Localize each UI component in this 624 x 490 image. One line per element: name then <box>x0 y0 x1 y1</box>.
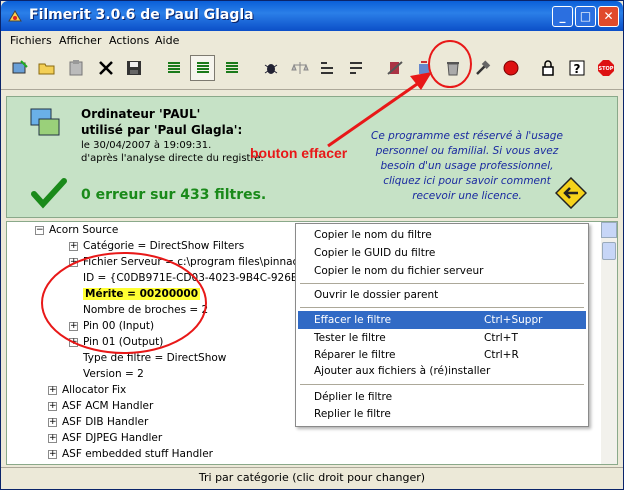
box-icon <box>418 61 429 74</box>
tree-item-category[interactable]: + Catégorie = DirectShow Filters <box>69 238 244 254</box>
scan-date: le 30/04/2007 à 19:09:31. <box>81 140 212 151</box>
list-view-icon <box>225 62 238 73</box>
tree-item-server-file[interactable]: + Fichier Serveur = c:\program files\pinn… <box>69 254 323 270</box>
menu-actions[interactable]: Actions <box>109 34 149 47</box>
list-view-icon <box>167 62 180 73</box>
record-button[interactable] <box>498 55 523 81</box>
tree-item-allocator-fix[interactable]: + Allocator Fix <box>48 382 126 398</box>
menu-afficher[interactable]: Afficher <box>59 34 101 47</box>
toolbar: ? STOP <box>1 50 623 90</box>
title-bar[interactable]: Filmerit 3.0.6 de Paul Glagla _ □ ✕ <box>1 1 623 31</box>
save-button[interactable] <box>121 55 146 81</box>
menu-erase-filter[interactable]: Effacer le filtre Ctrl+Suppr <box>298 311 586 329</box>
context-menu: Copier le nom du filtre Copier le GUID d… <box>295 223 589 427</box>
view-center-button[interactable] <box>190 55 215 81</box>
tools-button[interactable] <box>470 55 495 81</box>
user-name: utilisé par 'Paul Glagla': <box>81 123 243 137</box>
svg-text:STOP: STOP <box>598 66 613 72</box>
menu-aide[interactable]: Aide <box>155 34 179 47</box>
license-link[interactable]: Ce programme est réservé à l'usage perso… <box>367 129 567 204</box>
list-icon <box>320 62 333 74</box>
open-button[interactable] <box>34 55 59 81</box>
menu-copy-filter-name[interactable]: Copier le nom du filtre <box>298 226 586 244</box>
scan-button[interactable] <box>7 55 32 81</box>
scan-icon <box>12 60 28 74</box>
floppy-icon <box>126 61 141 75</box>
menu-separator <box>300 307 584 308</box>
scale-icon <box>290 62 309 74</box>
list-icon <box>349 62 362 74</box>
filter-button[interactable] <box>382 55 407 81</box>
tree-item-pin-count[interactable]: Nombre de broches = 2 <box>83 302 208 318</box>
scroll-up-button[interactable] <box>601 222 617 238</box>
app-window: Filmerit 3.0.6 de Paul Glagla _ □ ✕ Fich… <box>0 0 624 490</box>
lock-icon <box>541 60 554 76</box>
scan-source: d'après l'analyse directe du registre. <box>81 153 264 164</box>
tree-scrollbar[interactable] <box>601 222 617 464</box>
stop-icon: STOP <box>597 60 614 76</box>
svg-text:?: ? <box>573 62 580 76</box>
computer-icon <box>30 108 60 136</box>
maximize-button[interactable]: □ <box>575 6 596 27</box>
view-left-button[interactable] <box>161 55 186 81</box>
tree-item-pin-01[interactable]: + Pin 01 (Output) <box>69 334 163 350</box>
list-add-button[interactable] <box>315 55 340 81</box>
menu-test-filter[interactable]: Tester le filtre Ctrl+T <box>298 329 586 347</box>
clipboard-icon <box>69 60 82 76</box>
paste-button[interactable] <box>63 55 88 81</box>
hammer-icon <box>475 60 490 75</box>
record-icon <box>503 60 518 76</box>
balance-button[interactable] <box>287 55 312 81</box>
menu-copy-guid[interactable]: Copier le GUID du filtre <box>298 244 586 262</box>
window-title: Filmerit 3.0.6 de Paul Glagla <box>29 7 254 23</box>
menu-separator <box>300 384 584 385</box>
tree-item-pin-00[interactable]: + Pin 00 (Input) <box>69 318 154 334</box>
arrow-left-icon[interactable] <box>555 177 587 209</box>
bug-button[interactable] <box>258 55 283 81</box>
bug-icon <box>264 64 277 74</box>
status-bar: Tri par catégorie (clic droit pour chang… <box>1 467 623 489</box>
menu-collapse-filter[interactable]: Replier le filtre <box>298 405 586 423</box>
tree-item-filter-type[interactable]: Type de filtre = DirectShow <box>83 350 226 366</box>
tree-item-asf-embedded[interactable]: + ASF embedded stuff Handler <box>48 446 213 462</box>
tree-item-id[interactable]: ID = {C0DB971E-CD03-4023-9B4C-926B48E <box>83 270 318 286</box>
filter-icon <box>386 61 403 75</box>
close-button[interactable]: ✕ <box>598 6 619 27</box>
list-view-icon <box>196 62 209 73</box>
list-remove-button[interactable] <box>344 55 369 81</box>
check-icon <box>31 178 67 209</box>
help-button[interactable]: ? <box>564 55 589 81</box>
menu-fichiers[interactable]: Fichiers <box>10 34 52 47</box>
menu-separator <box>300 283 584 284</box>
tree-item-version[interactable]: Version = 2 <box>83 366 144 382</box>
menu-expand-filter[interactable]: Déplier le filtre <box>298 388 586 406</box>
computer-name: Ordinateur 'PAUL' <box>81 107 201 121</box>
menu-open-parent-folder[interactable]: Ouvrir le dossier parent <box>298 286 586 304</box>
tree-item-merit[interactable]: Mérite = 00200000 <box>83 286 201 302</box>
menu-copy-server-file[interactable]: Copier le nom du fichier serveur <box>298 262 586 280</box>
help-icon: ? <box>569 60 584 76</box>
stop-button[interactable]: STOP <box>593 55 618 81</box>
lock-button[interactable] <box>535 55 560 81</box>
erase-filter-button[interactable] <box>440 55 465 81</box>
annotation-label: bouton effacer <box>250 145 348 161</box>
tree-item-asf-djpeg[interactable]: + ASF DJPEG Handler <box>48 430 162 446</box>
trash-icon <box>446 62 459 76</box>
menu-add-to-reinstall[interactable]: Ajouter aux fichiers à (ré)installer <box>298 362 586 380</box>
tree-item-asf-acm[interactable]: + ASF ACM Handler <box>48 398 153 414</box>
app-icon <box>8 10 22 22</box>
tree-item-acorn-source[interactable]: − Acorn Source <box>35 222 118 238</box>
folder-open-icon <box>38 63 54 75</box>
minimize-button[interactable]: _ <box>552 6 573 27</box>
scroll-thumb[interactable] <box>602 242 616 260</box>
cross-icon <box>98 61 113 75</box>
install-button[interactable] <box>411 55 436 81</box>
delete-button[interactable] <box>93 55 118 81</box>
tree-item-asf-dib[interactable]: + ASF DIB Handler <box>48 414 148 430</box>
error-summary: 0 erreur sur 433 filtres. <box>81 187 267 203</box>
view-right-button[interactable] <box>219 55 244 81</box>
menu-bar: Fichiers Afficher Actions Aide <box>1 31 623 50</box>
